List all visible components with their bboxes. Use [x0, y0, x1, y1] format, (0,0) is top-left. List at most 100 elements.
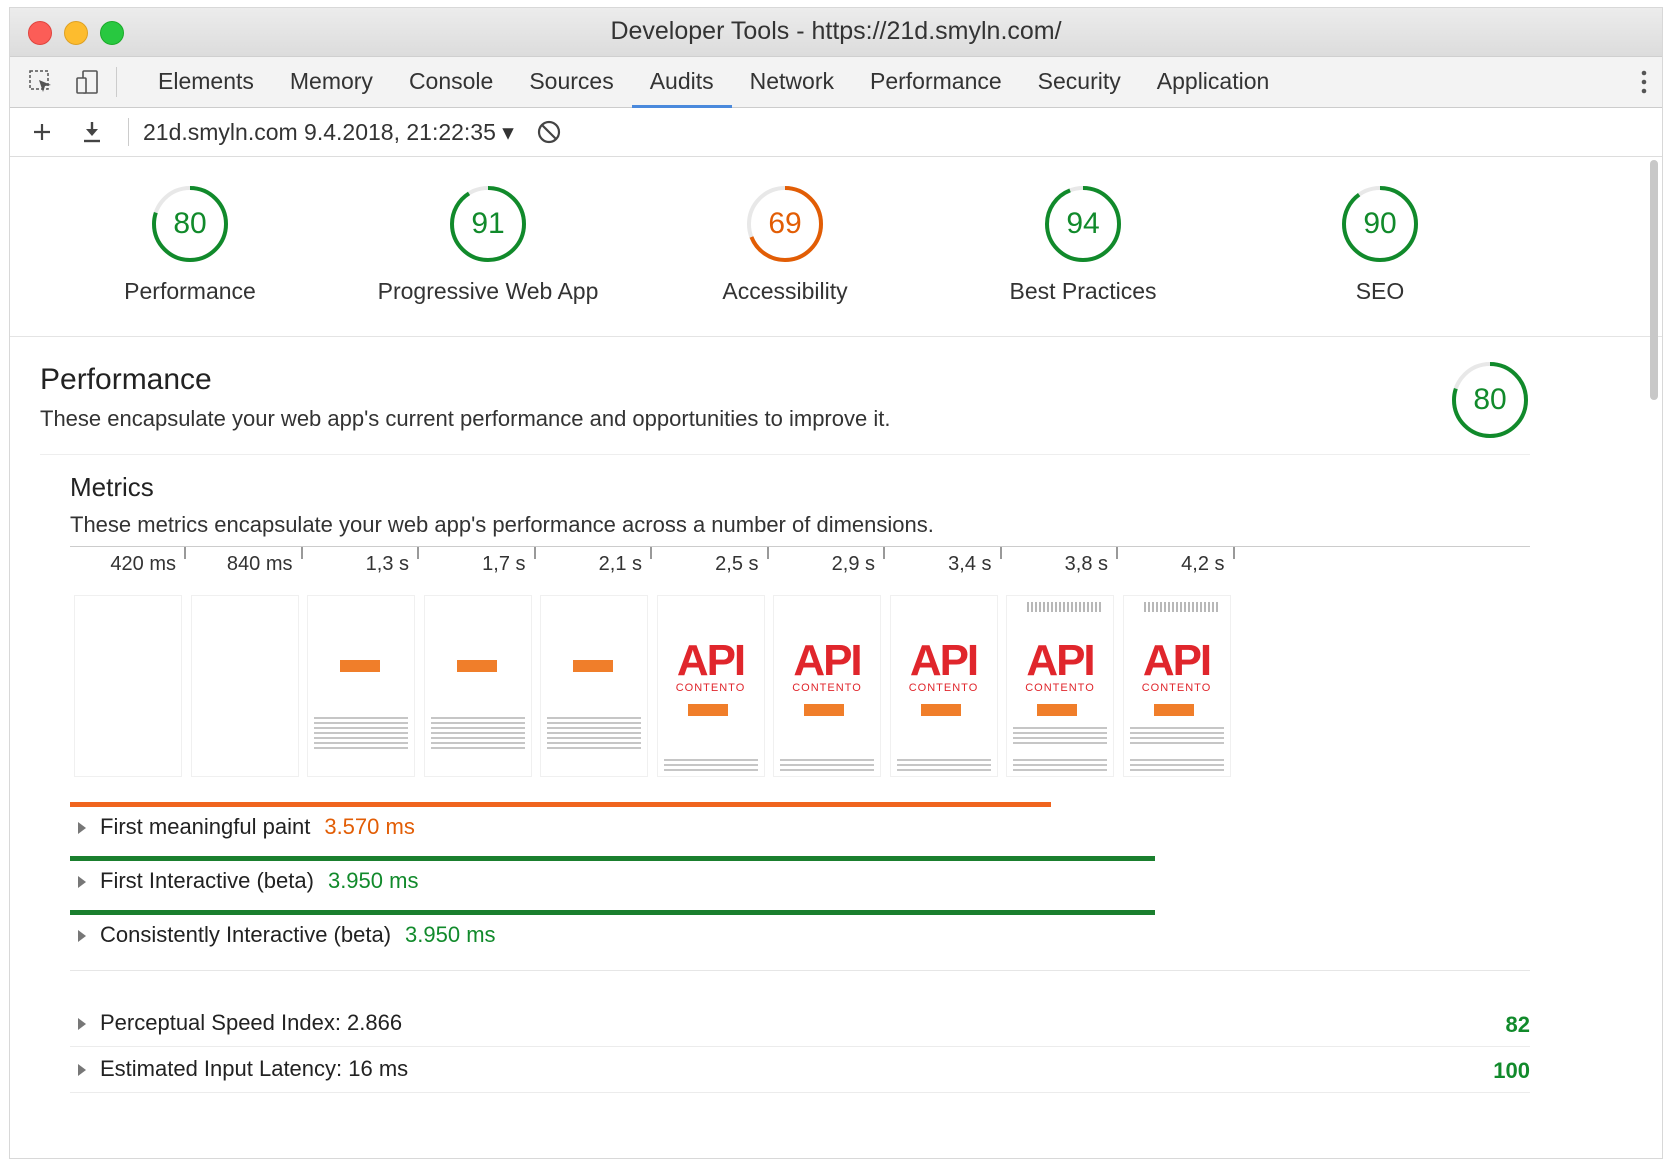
api-logo-subtitle: CONTENTO — [908, 682, 979, 694]
text-placeholder — [1129, 724, 1224, 744]
tab-sources[interactable]: Sources — [511, 57, 631, 107]
header-text-placeholder — [1027, 602, 1103, 612]
device-toolbar-icon[interactable] — [74, 69, 100, 95]
filmstrip-frame: 1,7 s — [420, 547, 536, 782]
expand-triangle-icon[interactable] — [78, 930, 86, 943]
metric-label: Estimated Input Latency: 16 ms — [100, 1056, 409, 1081]
category-score: 80 — [173, 207, 207, 240]
api-logo-text: API — [676, 636, 746, 685]
metric-label: Consistently Interactive (beta) — [100, 922, 392, 947]
inspect-element-icon[interactable] — [28, 69, 54, 95]
more-options-icon[interactable] — [1640, 67, 1648, 97]
category-gauge-seo[interactable]: 90 SEO — [1230, 184, 1530, 305]
metric-score: 82 — [1505, 1012, 1530, 1037]
new-audit-icon[interactable] — [28, 118, 56, 146]
category-gauge-performance[interactable]: 80 Performance — [40, 184, 340, 305]
text-placeholder — [547, 714, 641, 750]
orange-button — [1037, 704, 1077, 716]
category-label: SEO — [1355, 278, 1405, 304]
report-selector[interactable]: 21d.smyln.com 9.4.2018, 21:22:35 ▾ — [143, 108, 514, 156]
filmstrip-frame: 1,3 s — [303, 547, 419, 782]
filmstrip-frame: 2,5 s API CONTENTO — [653, 547, 769, 782]
category-score: 91 — [471, 207, 505, 240]
tab-console[interactable]: Console — [391, 57, 511, 107]
filmstrip-frame: 4,2 s API CONTENTO — [1119, 547, 1235, 782]
filmstrip-frame: 420 ms — [70, 547, 186, 782]
filmstrip-frame: 3,8 s API CONTENTO — [1002, 547, 1118, 782]
tab-audits[interactable]: Audits — [631, 57, 732, 108]
api-logo-text: API — [1026, 636, 1095, 685]
filmstrip-frame: 840 ms — [187, 547, 303, 782]
frame-thumbnail: API CONTENTO — [1122, 595, 1231, 777]
category-label: Accessibility — [722, 278, 848, 304]
frame-timestamp: 1,3 s — [365, 553, 409, 575]
performance-section-score: 80 — [1473, 383, 1507, 416]
score-ring: 80 — [150, 184, 230, 264]
expand-triangle-icon[interactable] — [78, 876, 86, 889]
orange-banner — [456, 660, 497, 672]
frame-thumbnail — [307, 595, 415, 777]
frame-thumbnail — [540, 595, 648, 777]
tab-application[interactable]: Application — [1139, 57, 1288, 107]
api-logo-subtitle: CONTENTO — [1025, 682, 1095, 694]
metric-row[interactable]: Estimated Input Latency: 16 ms 100 — [70, 1048, 1530, 1093]
filmstrip-frame: 2,9 s API CONTENTO — [769, 547, 885, 782]
toolbar-separator — [128, 118, 129, 146]
header-text-placeholder — [1143, 602, 1220, 612]
score-ring: 94 — [1043, 184, 1123, 264]
frame-thumbnail: API CONTENTO — [773, 595, 881, 777]
category-label: Performance — [124, 278, 256, 304]
frame-timestamp: 3,8 s — [1064, 553, 1108, 575]
text-placeholder — [430, 714, 525, 750]
title-bar: Developer Tools - https://21d.smyln.com/ — [10, 8, 1662, 57]
category-gauge-best-practices[interactable]: 94 Best Practices — [933, 184, 1233, 305]
performance-section-title: Performance — [40, 363, 212, 396]
metrics-divider — [70, 970, 1530, 971]
filmstrip: 420 ms 840 ms 1,3 s 1,7 s 2,1 s 2,5 s API CONTE… — [70, 546, 1530, 787]
metric-value: 3.570 ms — [324, 814, 415, 839]
tab-bar-separator — [116, 67, 117, 97]
frame-timestamp: 420 ms — [110, 553, 176, 575]
expand-triangle-icon[interactable] — [78, 1018, 86, 1031]
api-logo-subtitle: CONTENTO — [792, 682, 862, 694]
api-logo-subtitle: CONTENTO — [675, 682, 746, 694]
category-score: 94 — [1066, 207, 1100, 240]
frame-thumbnail — [190, 595, 299, 777]
metric-row[interactable]: Perceptual Speed Index: 2.866 82 — [70, 1002, 1530, 1047]
orange-button — [920, 704, 961, 716]
expand-triangle-icon[interactable] — [78, 1064, 86, 1077]
clear-reports-icon[interactable] — [535, 118, 563, 146]
text-placeholder — [1013, 756, 1107, 774]
performance-section-gauge: 80 — [1450, 360, 1530, 440]
orange-banner — [573, 660, 613, 672]
metric-label: Perceptual Speed Index: 2.866 — [100, 1010, 403, 1035]
text-placeholder — [1013, 724, 1107, 744]
category-gauge-accessibility[interactable]: 69 Accessibility — [635, 184, 935, 305]
frame-timestamp: 2,9 s — [831, 553, 875, 575]
metric-score: 100 — [1493, 1058, 1530, 1083]
tab-memory[interactable]: Memory — [272, 57, 391, 107]
category-score: 90 — [1363, 207, 1397, 240]
frame-timestamp: 840 ms — [226, 553, 293, 575]
expand-triangle-icon[interactable] — [78, 822, 86, 835]
api-logo-text: API — [793, 636, 862, 685]
filmstrip-frame: 2,1 s — [536, 547, 652, 782]
tab-security[interactable]: Security — [1020, 57, 1139, 107]
download-report-icon[interactable] — [78, 118, 106, 146]
orange-button — [804, 704, 844, 716]
orange-button — [687, 704, 728, 716]
category-gauge-progressive-web-app[interactable]: 91 Progressive Web App — [338, 184, 638, 305]
metric-timeline-bar — [70, 802, 1052, 807]
score-ring: 90 — [1340, 184, 1420, 264]
tab-network[interactable]: Network — [732, 57, 852, 107]
category-label: Best Practices — [1009, 278, 1157, 304]
tab-elements[interactable]: Elements — [140, 57, 272, 107]
tab-performance[interactable]: Performance — [852, 57, 1020, 107]
frame-timestamp: 1,7 s — [482, 553, 526, 575]
vertical-scrollbar[interactable] — [1650, 160, 1658, 400]
orange-banner — [340, 660, 380, 672]
category-scores: 80 Performance 91 Progressive Web App 69 Acce… — [10, 158, 1662, 337]
category-score: 69 — [768, 207, 802, 240]
frame-thumbnail — [423, 595, 532, 777]
text-placeholder — [896, 756, 991, 774]
